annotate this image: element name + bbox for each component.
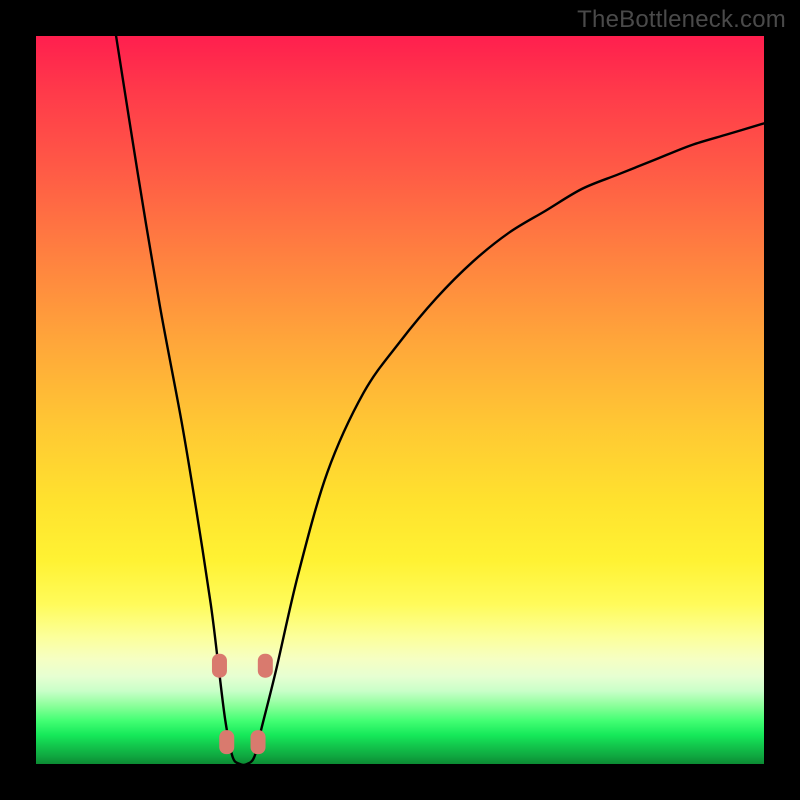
data-marker-0 [212, 654, 227, 678]
data-marker-3 [251, 730, 266, 754]
plot-area [36, 36, 764, 764]
bottleneck-curve [116, 36, 764, 765]
watermark-text: TheBottleneck.com [577, 6, 786, 34]
data-marker-2 [219, 730, 234, 754]
chart-svg [36, 36, 764, 764]
chart-frame: TheBottleneck.com [0, 0, 800, 800]
data-marker-1 [258, 654, 273, 678]
